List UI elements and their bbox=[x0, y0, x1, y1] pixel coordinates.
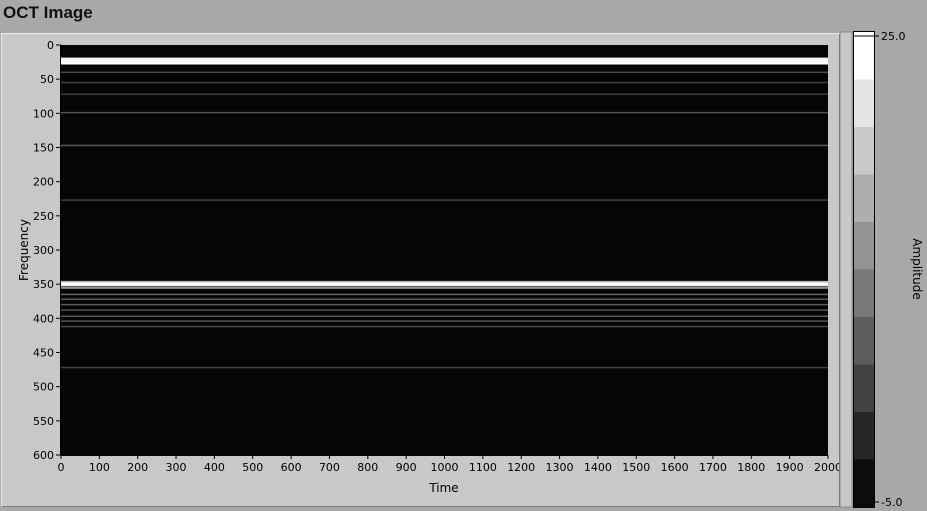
heatmap-band-9 bbox=[61, 282, 828, 286]
y-tick-label: 0 bbox=[47, 39, 54, 52]
heatmap-band-13 bbox=[61, 303, 828, 306]
x-tick-label: 900 bbox=[396, 461, 417, 474]
colorbar-title: Amplitude bbox=[910, 238, 924, 300]
heatmap-band-1 bbox=[61, 61, 828, 65]
x-tick-label: 200 bbox=[127, 461, 148, 474]
x-tick-label: 1500 bbox=[622, 461, 650, 474]
colorbar-scrollbar-track[interactable] bbox=[840, 31, 853, 508]
x-tick-label: 600 bbox=[281, 461, 302, 474]
y-tick-label: 400 bbox=[33, 312, 54, 325]
window-title: OCT Image bbox=[3, 3, 93, 22]
x-axis-title: Time bbox=[428, 481, 458, 495]
x-tick-label: 700 bbox=[319, 461, 340, 474]
y-axis: 0 50 100 150 200 250 300 350 400 450 500 550 600 bbox=[33, 39, 61, 462]
heatmap-band-16 bbox=[61, 320, 828, 322]
heatmap-band-5 bbox=[61, 111, 828, 114]
x-tick-label: 1200 bbox=[507, 461, 535, 474]
colorbar-min-label: -5.0 bbox=[881, 496, 902, 509]
x-tick-label: 1700 bbox=[699, 461, 727, 474]
y-axis-title: Frequency bbox=[17, 219, 31, 281]
x-tick-label: 1900 bbox=[776, 461, 804, 474]
y-tick-label: 100 bbox=[33, 107, 54, 120]
heatmap-band-2 bbox=[61, 71, 828, 74]
x-tick-label: 500 bbox=[242, 461, 263, 474]
plot-area[interactable] bbox=[61, 45, 828, 455]
heatmap-band-11 bbox=[61, 293, 828, 296]
x-tick-label: 0 bbox=[58, 461, 65, 474]
y-tick-label: 200 bbox=[33, 176, 54, 189]
x-tick-label: 1800 bbox=[737, 461, 765, 474]
colorbar-segment bbox=[854, 317, 874, 365]
y-tick-label: 500 bbox=[33, 381, 54, 394]
colorbar-segment bbox=[854, 127, 874, 175]
y-tick-label: 600 bbox=[33, 449, 54, 462]
intensity-graph[interactable]: 0 100 200 300 400 500 600 700 800 900 1000 1100 1200… bbox=[1, 33, 840, 507]
x-axis: 0 100 200 300 400 500 600 700 800 900 1000 1100 1200… bbox=[58, 455, 839, 474]
colorbar-segment bbox=[854, 364, 874, 413]
y-tick-label: 450 bbox=[33, 347, 54, 360]
x-tick-label: 1100 bbox=[469, 461, 497, 474]
colorbar-segment bbox=[854, 222, 874, 270]
y-tick-label: 550 bbox=[33, 415, 54, 428]
heatmap-band-7 bbox=[61, 199, 828, 201]
heatmap-band-18 bbox=[61, 366, 828, 369]
colorbar-segment bbox=[854, 174, 874, 223]
y-tick-label: 300 bbox=[33, 244, 54, 257]
colorbar[interactable]: 25.0 -5.0 Amplitude bbox=[840, 0, 927, 511]
heatmap-band-6 bbox=[61, 144, 828, 147]
y-tick-label: 250 bbox=[33, 210, 54, 223]
x-tick-label: 800 bbox=[357, 461, 378, 474]
x-tick-label: 300 bbox=[166, 461, 187, 474]
heatmap-band-14 bbox=[61, 309, 828, 311]
x-tick-label: 1000 bbox=[431, 461, 459, 474]
x-tick-label: 1400 bbox=[584, 461, 612, 474]
colorbar-segment bbox=[854, 269, 874, 318]
x-tick-label: 2000 bbox=[814, 461, 839, 474]
x-tick-label: 400 bbox=[204, 461, 225, 474]
colorbar-segment bbox=[854, 32, 874, 80]
heatmap-band-17 bbox=[61, 325, 828, 328]
x-tick-label: 100 bbox=[89, 461, 110, 474]
colorbar-segment bbox=[854, 412, 874, 460]
colorbar-segment bbox=[854, 459, 874, 508]
y-tick-label: 150 bbox=[33, 142, 54, 155]
colorbar-segment bbox=[854, 79, 874, 128]
y-tick-label: 350 bbox=[33, 278, 54, 291]
oct-heatmap[interactable]: 0 100 200 300 400 500 600 700 800 900 1000 1100 1200… bbox=[2, 34, 839, 506]
heatmap-band-10 bbox=[61, 286, 828, 289]
y-tick-label: 50 bbox=[40, 73, 54, 86]
heatmap-band-3 bbox=[61, 81, 828, 84]
heatmap-band-15 bbox=[61, 315, 828, 318]
x-tick-label: 1600 bbox=[661, 461, 689, 474]
heatmap-band-4 bbox=[61, 93, 828, 95]
colorbar-scale bbox=[840, 31, 879, 508]
heatmap-band-0 bbox=[61, 57, 828, 62]
x-tick-label: 1300 bbox=[546, 461, 574, 474]
heatmap-band-12 bbox=[61, 298, 828, 300]
colorbar-max-label: 25.0 bbox=[881, 30, 906, 43]
